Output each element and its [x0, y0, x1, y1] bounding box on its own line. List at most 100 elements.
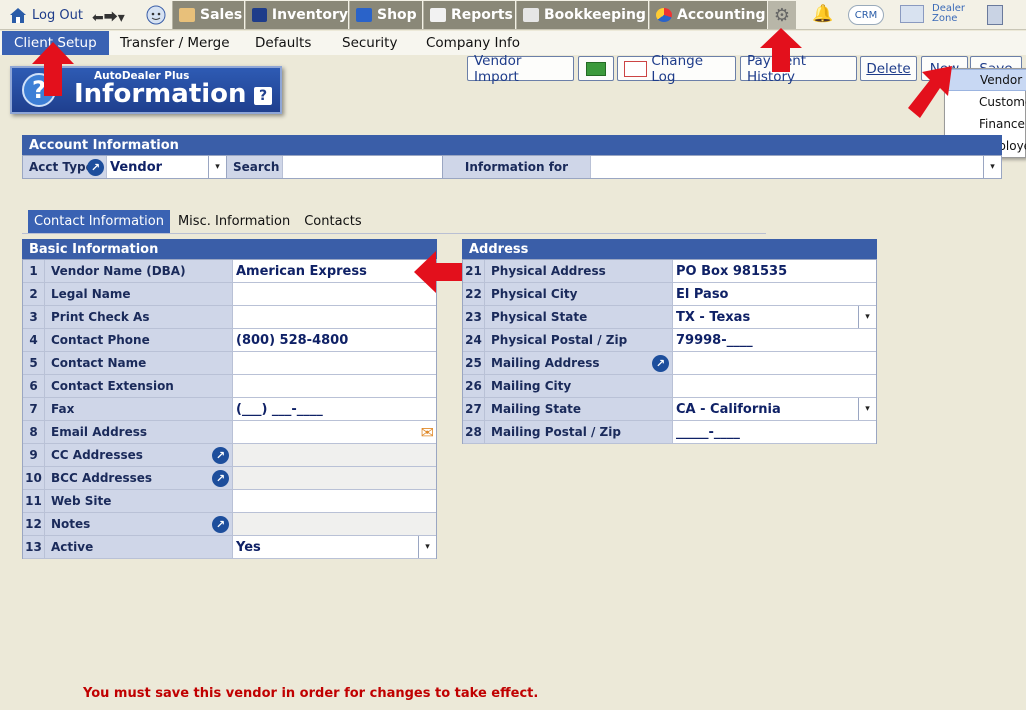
- row-value: Yes: [236, 539, 261, 555]
- row-value: (___) ___-____: [236, 401, 323, 417]
- nav-inventory[interactable]: Inventory: [245, 1, 348, 29]
- row-label-text: Legal Name: [51, 287, 131, 301]
- nav-bookkeeping[interactable]: Bookkeeping: [516, 1, 648, 29]
- row-value-field[interactable]: CA - California ▾: [673, 398, 876, 420]
- dealer-zone-line2: Zone: [932, 13, 958, 24]
- row-value-field[interactable]: [673, 352, 876, 374]
- submenu-transfer-merge[interactable]: Transfer / Merge: [120, 31, 230, 55]
- open-folder-button[interactable]: [578, 56, 614, 81]
- back-forward-icon[interactable]: ⬅⮕▾: [92, 7, 125, 27]
- tab-bar: Contact Information Misc. Information Co…: [28, 210, 368, 233]
- chevron-down-icon[interactable]: ▾: [858, 306, 876, 328]
- home-icon: [10, 8, 26, 23]
- row-label: Contact Extension: [45, 375, 233, 397]
- row-label-text: Email Address: [51, 425, 148, 439]
- row-number: 28: [463, 421, 485, 443]
- row-value-field[interactable]: TX - Texas ▾: [673, 306, 876, 328]
- user-face-icon[interactable]: [146, 5, 166, 25]
- row-label-text: Active: [51, 540, 94, 554]
- submenu-company-info[interactable]: Company Info: [426, 31, 520, 55]
- row-number: 12: [23, 513, 45, 535]
- nav-sales[interactable]: Sales: [172, 1, 244, 29]
- nav-bookkeeping-label: Bookkeeping: [544, 7, 646, 23]
- envelope-icon[interactable]: ✉: [421, 423, 434, 442]
- row-label-text: Mailing Postal / Zip: [491, 425, 621, 439]
- help-button[interactable]: ?: [254, 87, 272, 105]
- red-arrow-left-icon: [414, 251, 462, 293]
- row-value-field[interactable]: [233, 513, 436, 535]
- row-number: 10: [23, 467, 45, 489]
- chevron-down-icon[interactable]: ▾: [983, 156, 1001, 178]
- row-value-field[interactable]: PO Box 981535: [673, 260, 876, 282]
- row-value-field[interactable]: (___) ___-____: [233, 398, 436, 420]
- row-label: Mailing Postal / Zip: [485, 421, 673, 443]
- row-number: 4: [23, 329, 45, 351]
- row-label: Physical City: [485, 283, 673, 305]
- nav-accounting[interactable]: Accounting: [649, 1, 767, 29]
- tab-contact-information[interactable]: Contact Information: [28, 210, 170, 233]
- table-row: 27 Mailing State CA - California ▾: [463, 398, 876, 421]
- gear-icon[interactable]: ⚙: [768, 1, 796, 29]
- nav-reports[interactable]: Reports: [423, 1, 515, 29]
- row-label-text: Physical Postal / Zip: [491, 333, 628, 347]
- submenu-defaults[interactable]: Defaults: [255, 31, 311, 55]
- row-value-field[interactable]: [233, 352, 436, 374]
- row-value-field[interactable]: _____-____: [673, 421, 876, 443]
- chevron-down-icon[interactable]: ▾: [418, 536, 436, 558]
- calculator-icon[interactable]: [987, 5, 1003, 25]
- row-value-field[interactable]: [233, 283, 436, 305]
- vendor-import-button[interactable]: Vendor Import: [467, 53, 574, 85]
- tab-contacts[interactable]: Contacts: [298, 210, 367, 233]
- table-row: 28 Mailing Postal / Zip _____-____: [463, 421, 876, 444]
- row-value-field[interactable]: Yes ▾: [233, 536, 436, 558]
- table-row: 23 Physical State TX - Texas ▾: [463, 306, 876, 329]
- row-value: (800) 528-4800: [236, 332, 349, 348]
- row-value-field[interactable]: [233, 444, 436, 466]
- bell-icon[interactable]: 🔔: [812, 4, 833, 24]
- row-label-text: Contact Extension: [51, 379, 174, 393]
- top-nav: Log Out ⬅⮕▾ Sales Inventory Shop Reports…: [0, 0, 1026, 30]
- row-label-text: Notes: [51, 517, 91, 531]
- basic-info-table: 1 Vendor Name (DBA) American Express 2 Legal…: [22, 259, 437, 559]
- link-arrow-icon[interactable]: ↗: [652, 355, 669, 372]
- row-value-field[interactable]: El Paso: [673, 283, 876, 305]
- new-menu-finance-co[interactable]: Finance Co: [945, 113, 1026, 135]
- link-arrow-icon[interactable]: ↗: [212, 516, 229, 533]
- crm-button[interactable]: CRM: [848, 5, 884, 25]
- acct-type-link-icon[interactable]: ↗: [87, 159, 104, 176]
- search-label: Search: [227, 156, 283, 178]
- new-menu-vendor[interactable]: Vendor: [945, 69, 1026, 91]
- row-value-field[interactable]: 79998-____: [673, 329, 876, 351]
- row-label-text: Web Site: [51, 494, 112, 508]
- row-number: 2: [23, 283, 45, 305]
- acct-type-value: Vendor: [110, 159, 163, 175]
- row-value-field[interactable]: [233, 375, 436, 397]
- tab-misc-information[interactable]: Misc. Information: [172, 210, 296, 233]
- row-value-field[interactable]: [673, 375, 876, 397]
- address-table: 21 Physical Address PO Box 981535 22 Physica…: [462, 259, 877, 444]
- chevron-down-icon[interactable]: ▾: [858, 398, 876, 420]
- account-info-header: Account Information: [22, 135, 1002, 155]
- row-value: 79998-____: [676, 332, 753, 348]
- row-value-field[interactable]: (800) 528-4800: [233, 329, 436, 351]
- search-input[interactable]: [283, 156, 443, 178]
- info-for-select[interactable]: ▾: [591, 156, 1001, 178]
- nav-sales-label: Sales: [200, 7, 243, 23]
- chevron-down-icon[interactable]: ▾: [208, 156, 226, 178]
- link-arrow-icon[interactable]: ↗: [212, 447, 229, 464]
- submenu-security[interactable]: Security: [342, 31, 397, 55]
- row-value-field[interactable]: ✉: [233, 421, 436, 443]
- acct-type-select[interactable]: Vendor ▾: [107, 156, 227, 178]
- dealer-zone-icon[interactable]: [900, 5, 924, 23]
- row-value-field[interactable]: American Express: [233, 260, 436, 282]
- row-value-field[interactable]: [233, 467, 436, 489]
- car-icon: [252, 8, 267, 22]
- change-log-button[interactable]: Change Log: [617, 53, 736, 85]
- logout-link[interactable]: Log Out: [8, 6, 83, 24]
- new-menu-customer[interactable]: Customer: [945, 91, 1026, 113]
- link-arrow-icon[interactable]: ↗: [212, 470, 229, 487]
- row-value-field[interactable]: [233, 306, 436, 328]
- dealer-zone-link[interactable]: Dealer Zone: [932, 4, 965, 24]
- row-value-field[interactable]: [233, 490, 436, 512]
- nav-shop[interactable]: Shop: [349, 1, 422, 29]
